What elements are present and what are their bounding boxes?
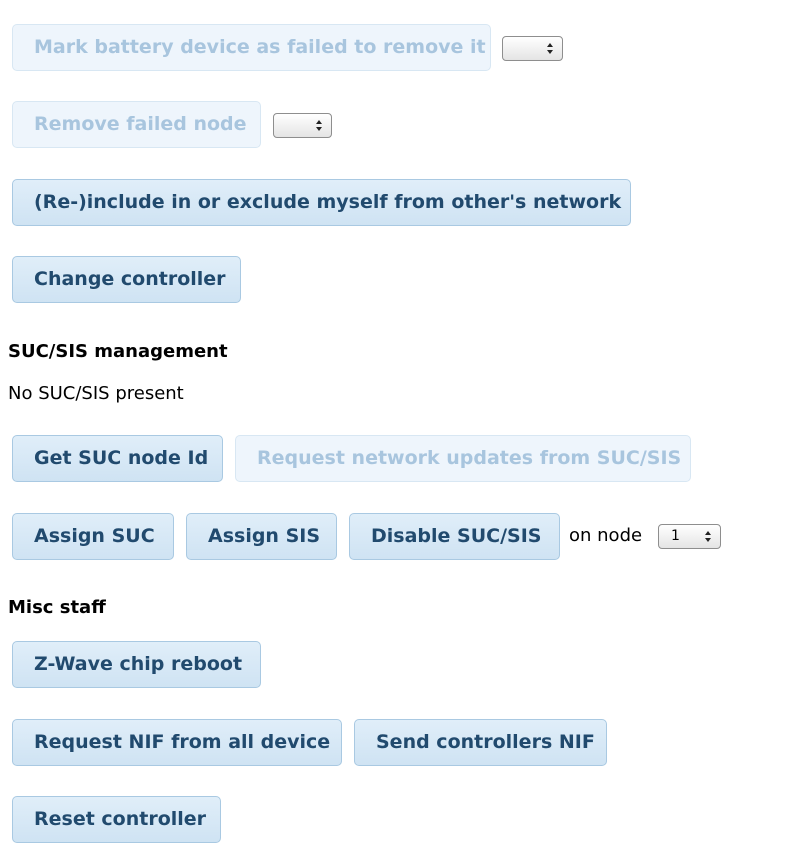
- include-exclude-network-button[interactable]: (Re-)include in or exclude myself from o…: [12, 179, 631, 226]
- assign-sis-button[interactable]: Assign SIS: [186, 513, 337, 560]
- get-suc-node-id-button[interactable]: Get SUC node Id: [12, 435, 223, 482]
- request-nif-all-button[interactable]: Request NIF from all device: [12, 719, 342, 766]
- mark-battery-failed-select[interactable]: [502, 36, 563, 61]
- reset-controller-button[interactable]: Reset controller: [12, 796, 221, 843]
- up-down-arrows-icon: [316, 120, 322, 131]
- node-select[interactable]: 1: [658, 524, 721, 549]
- misc-heading: Misc staff: [8, 597, 106, 618]
- suc-sis-status: No SUC/SIS present: [8, 383, 184, 404]
- remove-failed-node-select[interactable]: [273, 113, 332, 138]
- up-down-arrows-icon: [547, 43, 553, 54]
- up-down-arrows-icon: [705, 531, 711, 542]
- assign-suc-button[interactable]: Assign SUC: [12, 513, 174, 560]
- select-value: 1: [671, 528, 680, 544]
- on-node-label: on node: [569, 525, 643, 546]
- remove-failed-node-button[interactable]: Remove failed node: [12, 101, 261, 148]
- change-controller-button[interactable]: Change controller: [12, 256, 241, 303]
- mark-battery-failed-button[interactable]: Mark battery device as failed to remove …: [12, 24, 491, 71]
- suc-sis-heading: SUC/SIS management: [8, 341, 228, 362]
- disable-suc-sis-button[interactable]: Disable SUC/SIS: [349, 513, 560, 560]
- send-controllers-nif-button[interactable]: Send controllers NIF: [354, 719, 607, 766]
- request-network-updates-button[interactable]: Request network updates from SUC/SIS: [235, 435, 691, 482]
- zwave-chip-reboot-button[interactable]: Z-Wave chip reboot: [12, 641, 261, 688]
